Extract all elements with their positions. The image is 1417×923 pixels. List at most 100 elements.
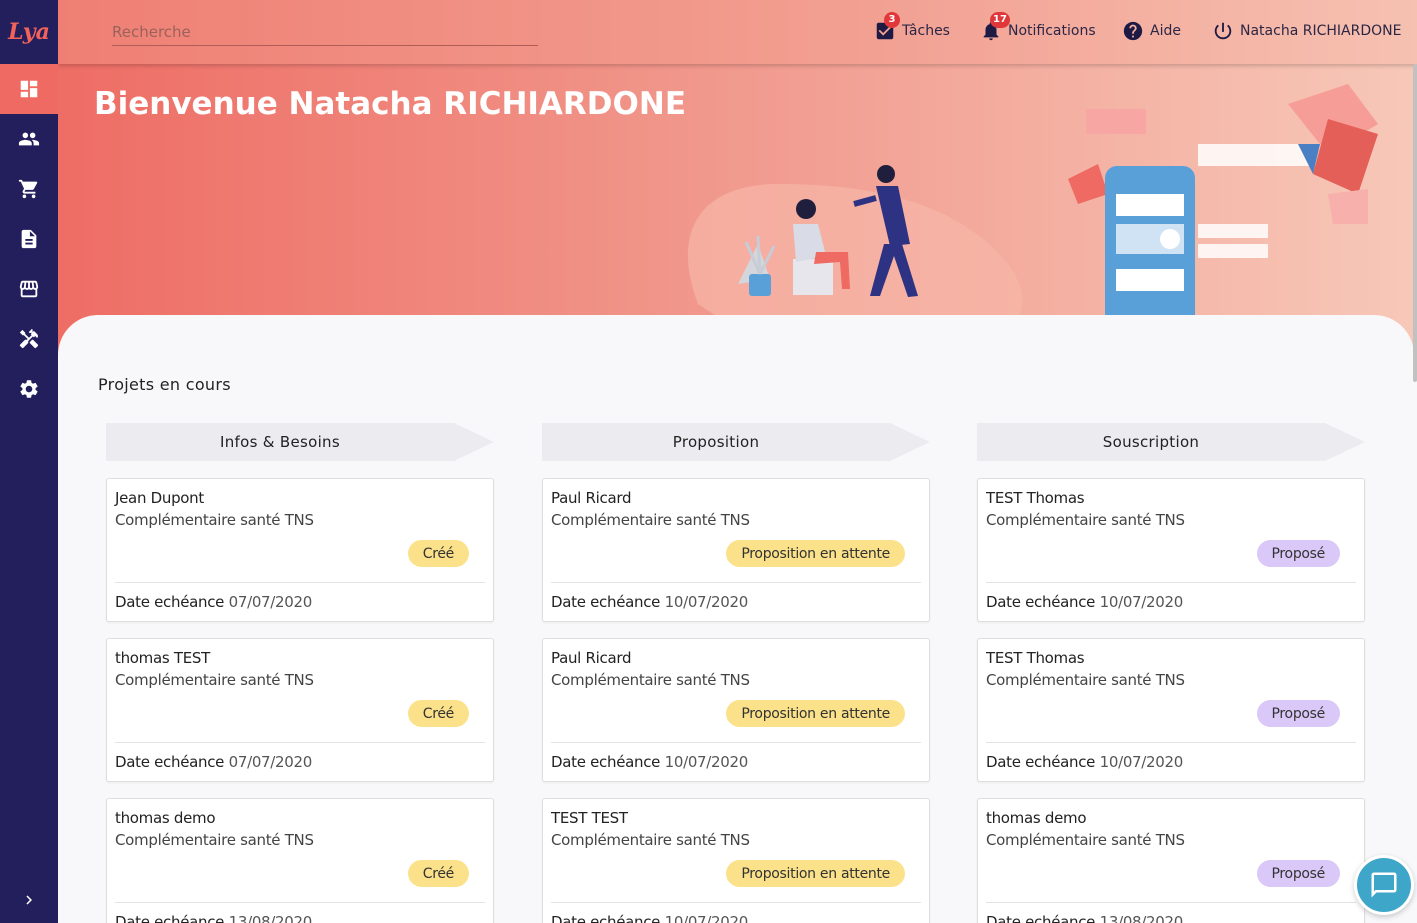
sidebar-item-sales[interactable]: [0, 164, 58, 214]
product-name: Complémentaire santé TNS: [551, 511, 750, 529]
column-header: Infos & Besoins: [106, 423, 494, 461]
due-label: Date echéance: [986, 753, 1096, 771]
help-button[interactable]: Aide: [1122, 18, 1181, 44]
due-date-value: 07/07/2020: [228, 593, 313, 611]
user-name-label: Natacha RICHIARDONE: [1240, 23, 1402, 39]
sidebar-item-settings[interactable]: [0, 364, 58, 414]
sidebar: Lya: [0, 0, 58, 923]
app-logo[interactable]: Lya: [0, 0, 58, 64]
page-scrollbar[interactable]: [1413, 64, 1417, 382]
sidebar-item-tools[interactable]: [0, 314, 58, 364]
column-header: Proposition: [542, 423, 930, 461]
column-title: Proposition: [672, 433, 760, 451]
due-label: Date echéance: [551, 753, 661, 771]
due-date-value: 10/07/2020: [664, 913, 749, 923]
tools-icon: [19, 328, 39, 349]
due-label: Date echéance: [986, 913, 1096, 923]
chat-bubble-icon: [1371, 872, 1397, 898]
project-card[interactable]: TEST Thomas Complémentaire santé TNS Pro…: [977, 638, 1365, 782]
notifications-label: Notifications: [1008, 23, 1096, 39]
project-card[interactable]: Paul Ricard Complémentaire santé TNS Pro…: [542, 638, 930, 782]
status-badge: Créé: [407, 700, 469, 727]
status-badge: Proposition en attente: [726, 700, 905, 727]
product-name: Complémentaire santé TNS: [986, 831, 1185, 849]
chat-button[interactable]: [1354, 855, 1414, 915]
due-date-value: 10/07/2020: [1099, 593, 1184, 611]
client-name: thomas TEST: [115, 649, 210, 667]
status-badge: Proposé: [1256, 860, 1340, 887]
column-infos-besoins: Infos & Besoins Jean Dupont Complémentai…: [106, 423, 494, 923]
sidebar-item-documents[interactable]: [0, 214, 58, 264]
due-date: Date echéance 10/07/2020: [551, 593, 748, 611]
client-name: thomas demo: [115, 809, 216, 827]
power-icon: [1214, 22, 1232, 40]
client-name: thomas demo: [986, 809, 1087, 827]
status-badge: Proposé: [1256, 540, 1340, 567]
status-badge: Créé: [407, 860, 469, 887]
due-date-value: 10/07/2020: [1099, 753, 1184, 771]
sidebar-item-store[interactable]: [0, 264, 58, 314]
card-divider: [986, 742, 1356, 743]
due-label: Date echéance: [986, 593, 1096, 611]
document-icon: [21, 229, 37, 249]
due-label: Date echéance: [551, 593, 661, 611]
tasks-button[interactable]: 3 Tâches: [874, 12, 950, 44]
due-date: Date echéance 13/08/2020: [115, 913, 312, 923]
section-title: Projets en cours: [98, 375, 231, 394]
product-name: Complémentaire santé TNS: [986, 671, 1185, 689]
column-title: Souscription: [1102, 433, 1200, 451]
sidebar-collapse-button[interactable]: [0, 887, 58, 913]
due-date-value: 10/07/2020: [664, 593, 749, 611]
card-divider: [115, 742, 485, 743]
column-header: Souscription: [977, 423, 1365, 461]
search-input[interactable]: [112, 18, 538, 46]
client-name: TEST Thomas: [986, 489, 1085, 507]
project-card[interactable]: thomas demo Complémentaire santé TNS Cré…: [106, 798, 494, 923]
project-card[interactable]: Jean Dupont Complémentaire santé TNS Cré…: [106, 478, 494, 622]
project-card[interactable]: TEST Thomas Complémentaire santé TNS Pro…: [977, 478, 1365, 622]
people-icon: [18, 132, 40, 146]
user-logout-button[interactable]: Natacha RICHIARDONE: [1212, 18, 1401, 44]
dashboard-icon: [20, 80, 38, 98]
product-name: Complémentaire santé TNS: [115, 511, 314, 529]
card-divider: [551, 902, 921, 903]
due-date: Date echéance 07/07/2020: [115, 593, 312, 611]
client-name: Paul Ricard: [551, 489, 632, 507]
due-date: Date echéance 10/07/2020: [986, 753, 1183, 771]
due-date: Date echéance 10/07/2020: [986, 593, 1183, 611]
project-card[interactable]: thomas TEST Complémentaire santé TNS Cré…: [106, 638, 494, 782]
project-card[interactable]: TEST TEST Complémentaire santé TNS Propo…: [542, 798, 930, 923]
due-label: Date echéance: [115, 913, 225, 923]
card-divider: [551, 582, 921, 583]
card-divider: [986, 902, 1356, 903]
card-divider: [115, 902, 485, 903]
client-name: TEST TEST: [551, 809, 628, 827]
help-icon: [1123, 21, 1143, 41]
welcome-title: Bienvenue Natacha RICHIARDONE: [94, 86, 686, 122]
sidebar-item-clients[interactable]: [0, 114, 58, 164]
tasks-label: Tâches: [902, 23, 950, 39]
notifications-icon-wrap: 17: [980, 12, 1010, 42]
status-badge: Proposé: [1256, 700, 1340, 727]
client-name: Jean Dupont: [115, 489, 204, 507]
notifications-button[interactable]: 17 Notifications: [980, 12, 1096, 44]
sidebar-item-dashboard[interactable]: [0, 64, 58, 114]
column-souscription: Souscription TEST Thomas Complémentaire …: [977, 423, 1365, 923]
project-card[interactable]: Paul Ricard Complémentaire santé TNS Pro…: [542, 478, 930, 622]
chevron-right-icon: [26, 895, 32, 905]
product-name: Complémentaire santé TNS: [551, 671, 750, 689]
tasks-badge: 3: [884, 12, 900, 28]
product-name: Complémentaire santé TNS: [115, 831, 314, 849]
due-date: Date echéance 10/07/2020: [551, 753, 748, 771]
column-proposition: Proposition Paul Ricard Complémentaire s…: [542, 423, 930, 923]
column-title: Infos & Besoins: [220, 433, 340, 451]
status-badge: Proposition en attente: [726, 540, 905, 567]
topbar: 3 Tâches 17 Notifications Aide Natacha R…: [58, 0, 1417, 64]
product-name: Complémentaire santé TNS: [551, 831, 750, 849]
due-date: Date echéance 13/08/2020: [986, 913, 1183, 923]
product-name: Complémentaire santé TNS: [115, 671, 314, 689]
project-card[interactable]: thomas demo Complémentaire santé TNS Pro…: [977, 798, 1365, 923]
status-badge: Proposition en attente: [726, 860, 905, 887]
settings-icon: [20, 380, 38, 398]
card-divider: [551, 742, 921, 743]
